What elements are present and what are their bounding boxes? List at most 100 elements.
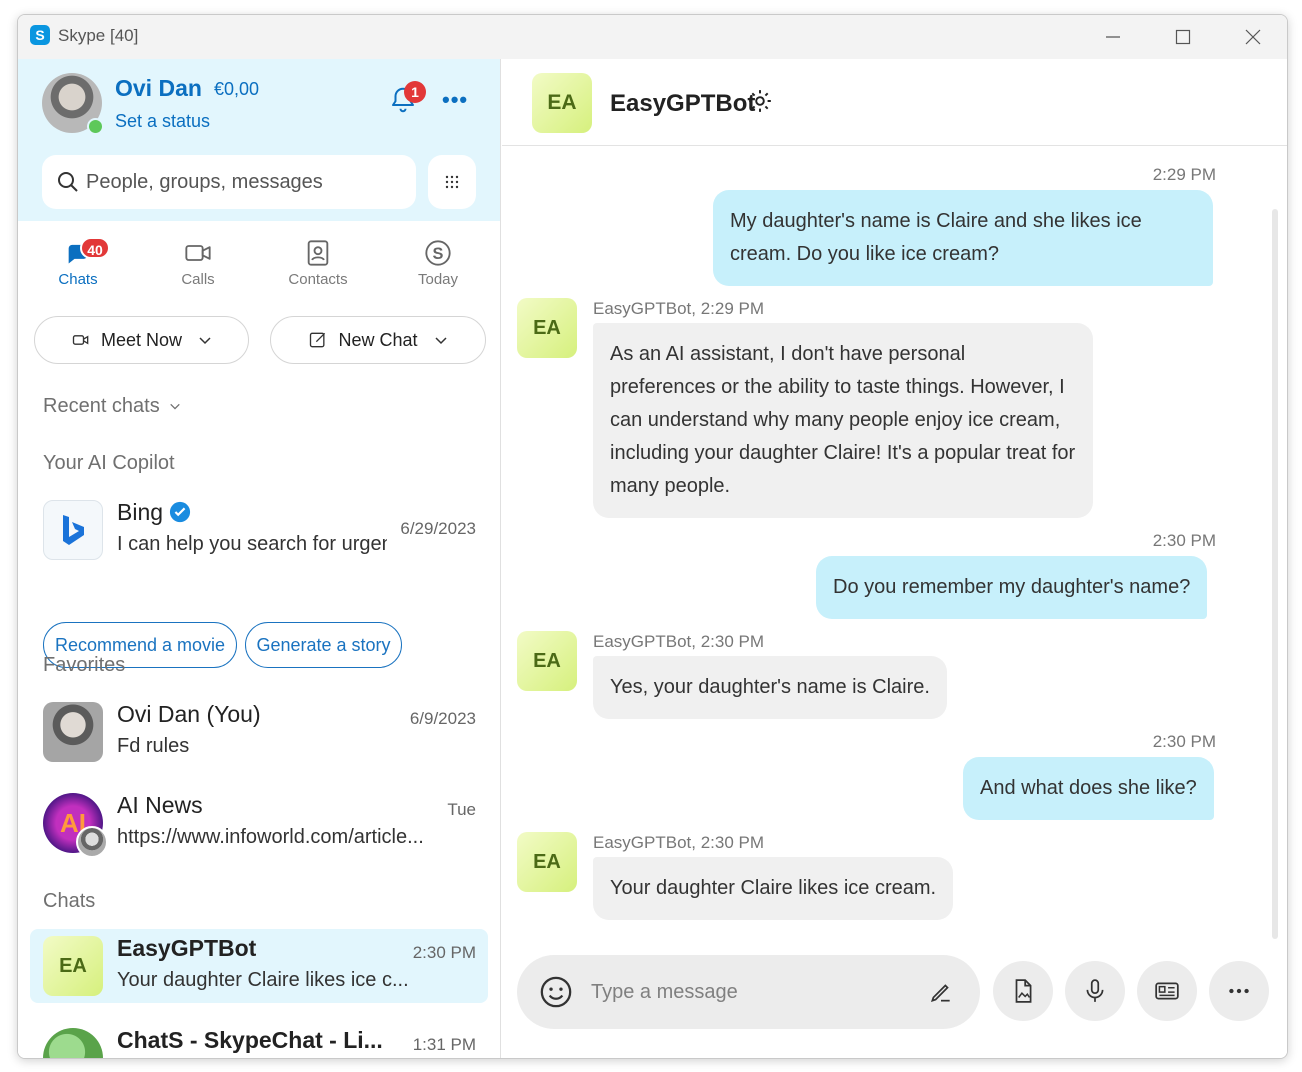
conversation-title[interactable]: EasyGPTBot [610,90,755,118]
dialpad-button[interactable] [428,155,476,209]
video-camera-icon [185,245,211,261]
conversation-pane: EA EasyGPTBot 2:29 PM My daughter's name… [502,59,1287,1058]
avatar-text: EA [533,649,561,672]
verified-badge-icon [169,501,191,523]
chat-preview: Your daughter Claire likes ice c... [117,969,409,991]
incoming-message[interactable]: Your daughter Claire likes ice cream. [593,857,954,920]
profile-name[interactable]: Ovi Dan [115,75,202,102]
minimize-button[interactable] [1078,15,1148,59]
notification-badge: 1 [404,81,426,103]
outgoing-message[interactable]: Do you remember my daughter's name? [816,556,1208,619]
meet-now-label: Meet Now [100,329,183,350]
chat-date: 6/29/2023 [400,519,476,538]
outgoing-message[interactable]: My daughter's name is Claire and she lik… [713,190,1213,286]
bing-avatar [43,500,103,560]
chat-date: 2:30 PM [412,943,476,962]
title-bar: S Skype [40] [18,15,1287,59]
more-options-icon[interactable]: ••• [442,87,468,113]
copilot-section-label: Your AI Copilot [43,452,175,474]
avatar: EA [43,936,103,996]
online-status-icon [87,118,104,135]
conversation-header: EA EasyGPTBot [502,59,1287,146]
message-time: 2:30 PM [1152,732,1216,751]
pen-format-icon[interactable] [928,979,954,1005]
chat-date: 1:31 PM [412,1035,476,1054]
chat-row-easygptbot[interactable]: EA EasyGPTBot 2:30 PM Your daughter Clai… [30,929,488,1003]
tab-calls-label: Calls [181,271,215,288]
dialpad-icon [445,175,459,189]
close-icon [1245,29,1261,45]
send-file-button[interactable] [993,961,1053,1021]
chat-preview: Fd rules [117,735,190,757]
contacts-book-icon [307,240,329,266]
chevron-down-icon [434,337,447,345]
generate-story-button[interactable]: Generate a story [245,622,402,668]
member-avatar [76,826,108,858]
scrollbar[interactable] [1272,209,1278,939]
copilot-bing-row[interactable]: Bing 6/29/2023 I can help you search for… [30,493,488,567]
gear-icon[interactable] [747,88,773,114]
tab-calls[interactable]: Calls [138,221,258,311]
chevron-down-icon [199,337,211,345]
skype-logo-icon: S [30,25,50,45]
chats-badge: 40 [80,237,110,259]
profile-header: Ovi Dan €0,00 Set a status 1 ••• [18,59,500,221]
profile-avatar[interactable] [42,73,104,135]
message-sender-time: EasyGPTBot, 2:30 PM [593,833,765,852]
more-composer-options-button[interactable] [1209,961,1269,1021]
incoming-message[interactable]: Yes, your daughter's name is Claire. [593,656,947,719]
search-input[interactable] [86,170,406,194]
send-contact-button[interactable] [1137,961,1197,1021]
minimize-icon [1106,36,1120,38]
favorites-section-label: Favorites [43,654,126,676]
outgoing-message[interactable]: And what does she like? [963,757,1214,820]
tab-chats[interactable]: Chats 40 [18,221,138,311]
chats-section-label: Chats [43,890,96,912]
search-box[interactable] [42,155,416,209]
voice-message-button[interactable] [1065,961,1125,1021]
chat-name: Ovi Dan (You) [117,701,261,727]
emoji-icon[interactable] [539,975,573,1009]
window-title: Skype [40] [58,26,139,45]
message-sender-time: EasyGPTBot, 2:30 PM [593,632,765,651]
recent-chats-dropdown[interactable]: Recent chats [43,395,181,418]
bing-logo-icon [63,515,84,545]
skype-credit[interactable]: €0,00 [214,79,259,100]
favorite-row-self[interactable]: Ovi Dan (You) 6/9/2023 Fd rules [30,695,488,769]
maximize-icon [1175,29,1191,45]
bot-avatar[interactable]: EA [517,298,577,358]
chat-row-chats[interactable]: ChatS - SkypeChat - Li... 1:31 PM [30,1021,488,1058]
close-button[interactable] [1218,15,1287,59]
message-sender-time: EasyGPTBot, 2:29 PM [593,299,765,318]
set-status-link[interactable]: Set a status [115,111,210,132]
message-input[interactable] [591,980,911,1004]
main-nav: Chats 40 Calls Contacts S Today [18,221,500,311]
favorite-row-ai-news[interactable]: AI AI News Tue https://www.infoworld.com… [30,786,488,860]
new-chat-label: New Chat [338,329,418,350]
chat-preview: https://www.infoworld.com/article... [117,826,424,848]
incoming-message[interactable]: As an AI assistant, I don't have persona… [593,323,1093,518]
contact-card-icon [1155,982,1179,1000]
bot-avatar[interactable]: EA [517,631,577,691]
bot-avatar[interactable]: EA [517,832,577,892]
chat-preview: I can help you search for urgent [117,533,387,555]
meet-now-button[interactable]: Meet Now [34,316,249,364]
search-icon [58,172,78,192]
tab-contacts[interactable]: Contacts [258,221,378,311]
maximize-button[interactable] [1148,15,1218,59]
conversation-avatar[interactable]: EA [532,73,592,133]
file-image-icon [1015,979,1032,1003]
sidebar: Ovi Dan €0,00 Set a status 1 ••• Chat [18,59,501,1058]
skype-today-icon: S [425,240,451,266]
message-time: 2:29 PM [1152,165,1216,184]
recent-chats-label: Recent chats [43,395,160,417]
chat-name: Bing [117,499,191,526]
tab-chats-label: Chats [58,271,98,288]
message-time: 2:30 PM [1152,531,1216,550]
tab-today-label: Today [417,271,459,288]
microphone-icon [1086,979,1104,1002]
avatar-text: EA [59,954,87,977]
new-chat-button[interactable]: New Chat [270,316,486,364]
tab-today[interactable]: S Today [378,221,498,311]
avatar-text: EA [547,91,577,114]
